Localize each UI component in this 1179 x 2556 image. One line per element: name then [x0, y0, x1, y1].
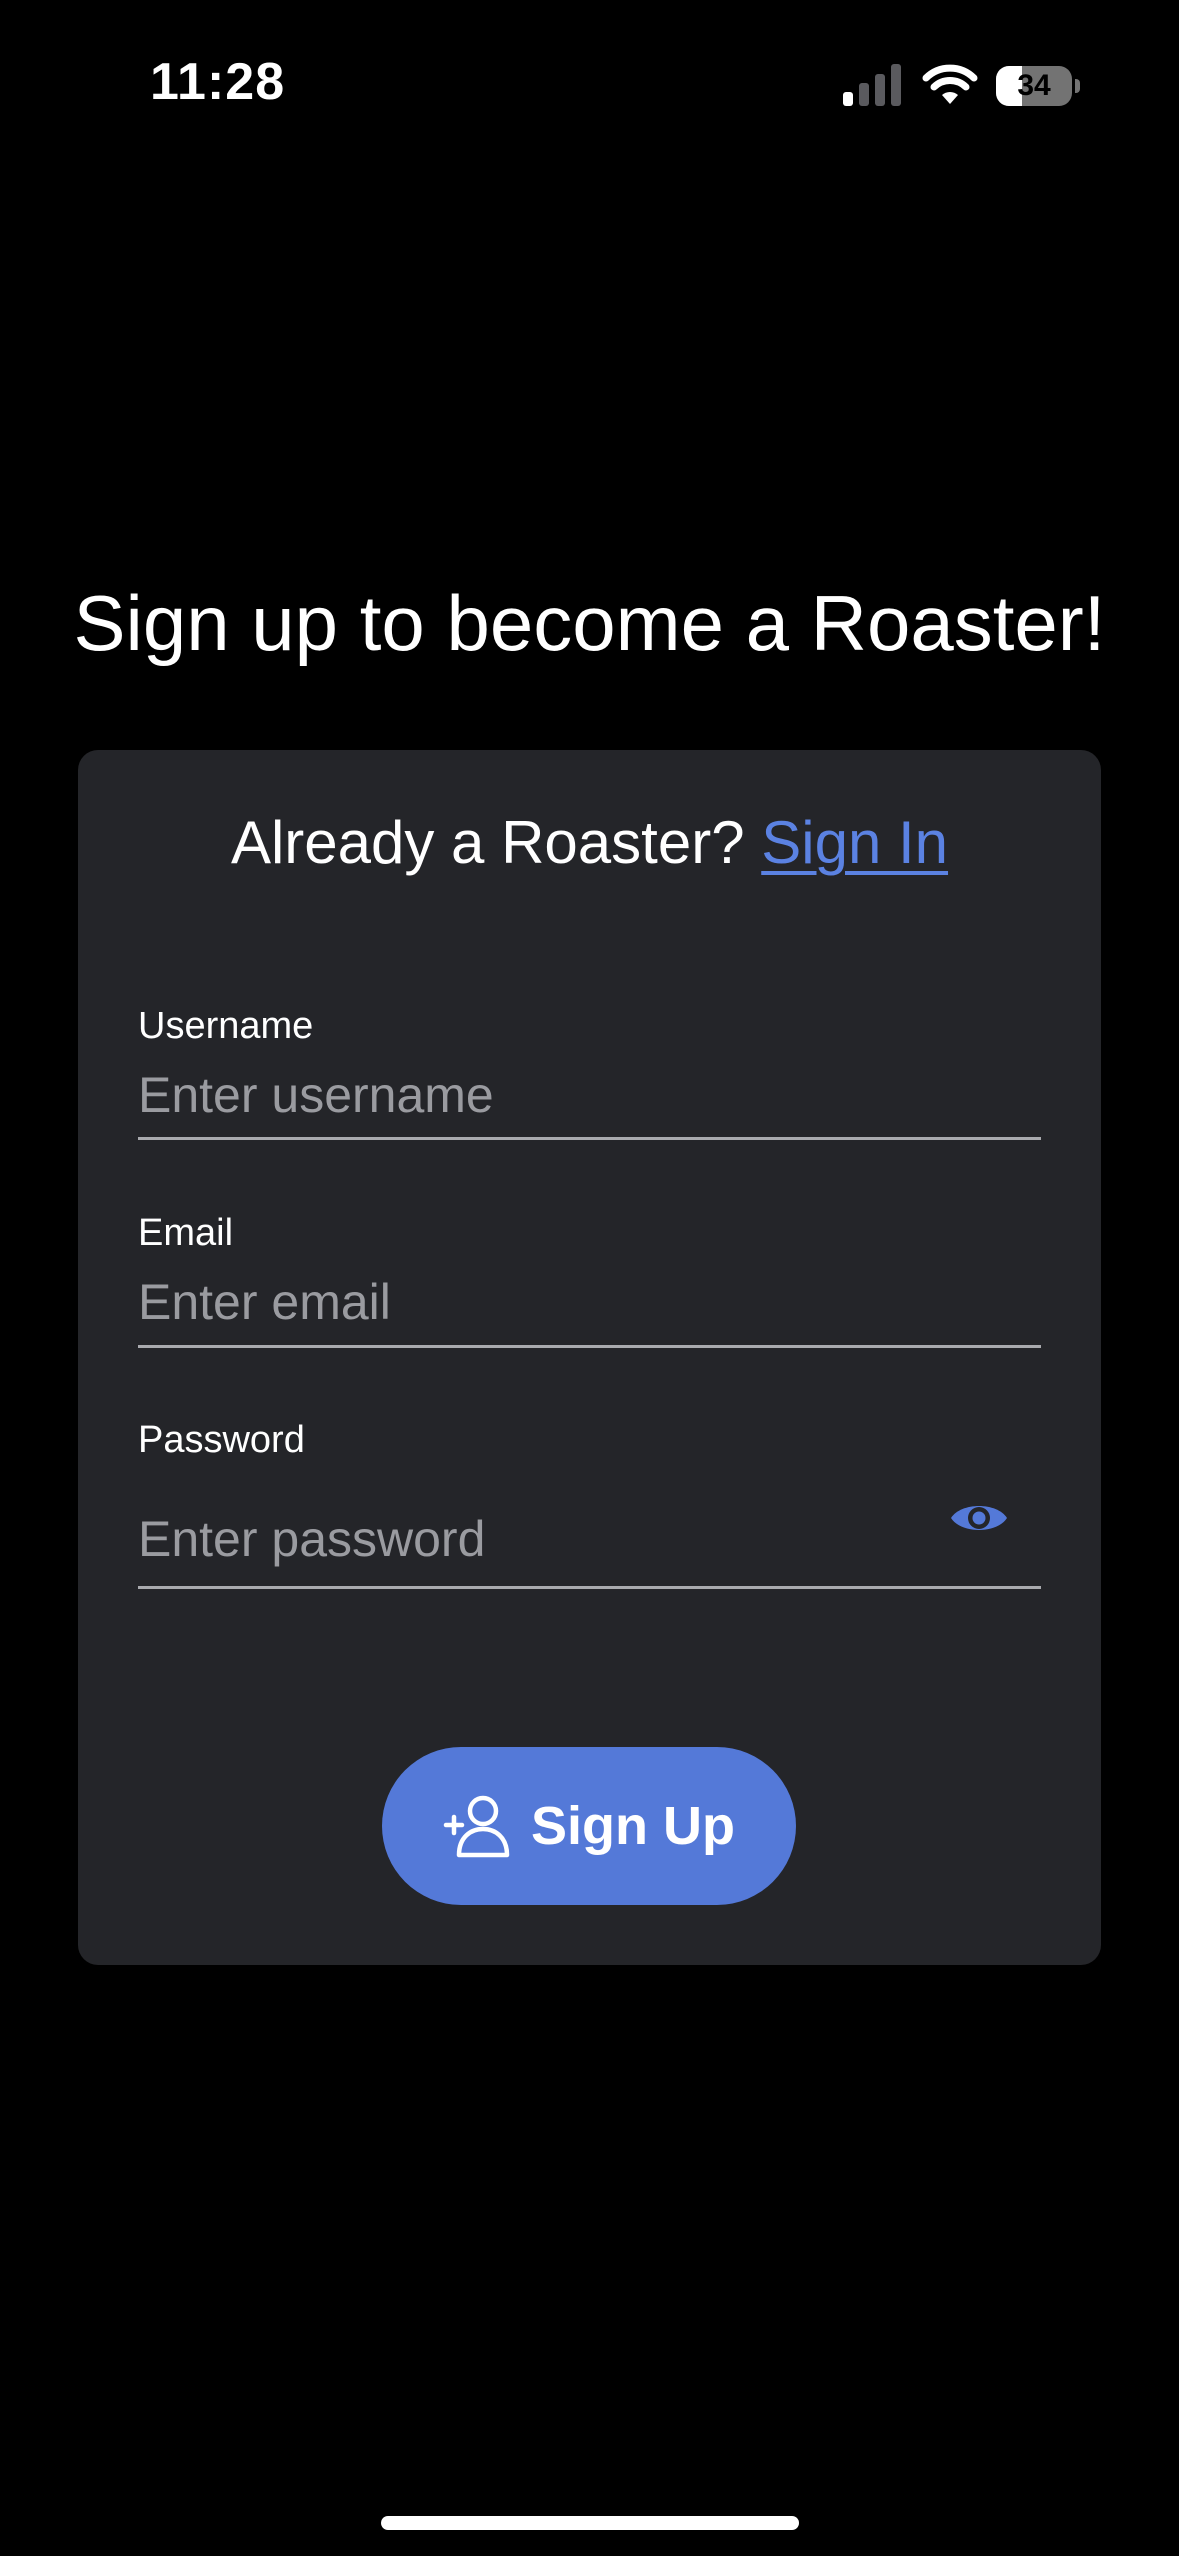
signal-bar-2 [859, 83, 869, 106]
email-underline [138, 1345, 1041, 1348]
signin-link[interactable]: Sign In [761, 809, 948, 876]
home-indicator[interactable] [381, 2516, 799, 2530]
add-user-icon [443, 1795, 510, 1858]
signal-bar-1 [843, 92, 853, 106]
signal-icon [843, 64, 901, 106]
battery-body: 34 [996, 66, 1072, 106]
battery-nub [1075, 79, 1080, 93]
password-field-group: Password [138, 1419, 1041, 1591]
username-field-group: Username [138, 1005, 1041, 1141]
password-underline [138, 1586, 1041, 1589]
toggle-password-visibility-button[interactable] [944, 1488, 1014, 1548]
status-bar: 11:28 34 [0, 0, 1179, 170]
status-time: 11:28 [150, 53, 286, 111]
page-title: Sign up to become a Roaster! [73, 579, 1106, 667]
signal-bar-4 [891, 64, 901, 106]
username-input[interactable] [138, 1059, 1041, 1131]
signin-prompt-text: Already a Roaster? [230, 809, 745, 876]
username-label: Username [138, 1005, 314, 1047]
battery-icon: 34 [996, 66, 1080, 106]
signal-bar-3 [875, 74, 885, 106]
password-label: Password [138, 1419, 305, 1461]
email-field-group: Email [138, 1212, 1041, 1348]
signup-button[interactable]: Sign Up [382, 1747, 796, 1905]
username-underline [138, 1137, 1041, 1140]
email-label: Email [138, 1212, 234, 1254]
wifi-icon [922, 64, 978, 104]
battery-percentage: 34 [1017, 69, 1051, 102]
signin-prompt: Already a Roaster? Sign In [0, 808, 1179, 877]
eye-icon [951, 1506, 1007, 1530]
password-input[interactable] [138, 1489, 918, 1589]
signup-button-label: Sign Up [531, 1796, 735, 1856]
email-input[interactable] [138, 1266, 1041, 1338]
